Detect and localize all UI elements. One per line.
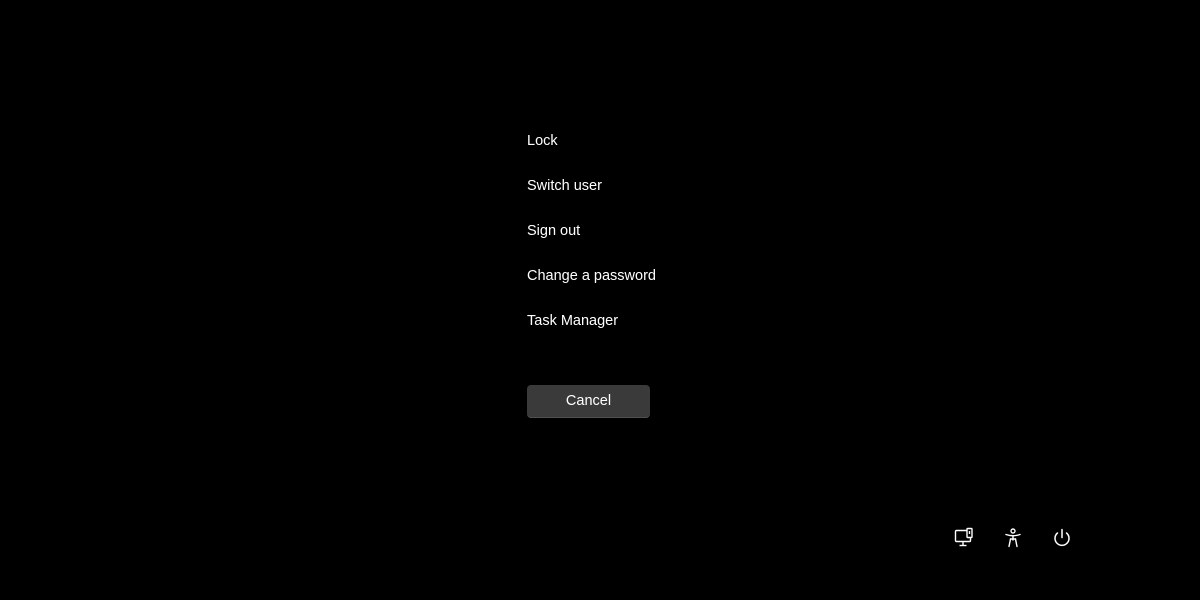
change-password-option[interactable]: Change a password [527, 265, 727, 287]
switch-user-option[interactable]: Switch user [527, 175, 727, 197]
power-icon[interactable] [1051, 527, 1073, 549]
sign-out-option[interactable]: Sign out [527, 220, 727, 242]
security-options-screen: Lock Switch user Sign out Change a passw… [0, 0, 1200, 600]
accessibility-icon[interactable] [1002, 527, 1024, 549]
lock-option[interactable]: Lock [527, 130, 727, 152]
security-options-menu: Lock Switch user Sign out Change a passw… [527, 130, 727, 355]
network-icon[interactable] [953, 527, 975, 549]
cancel-button[interactable]: Cancel [527, 385, 650, 418]
task-manager-option[interactable]: Task Manager [527, 310, 727, 332]
